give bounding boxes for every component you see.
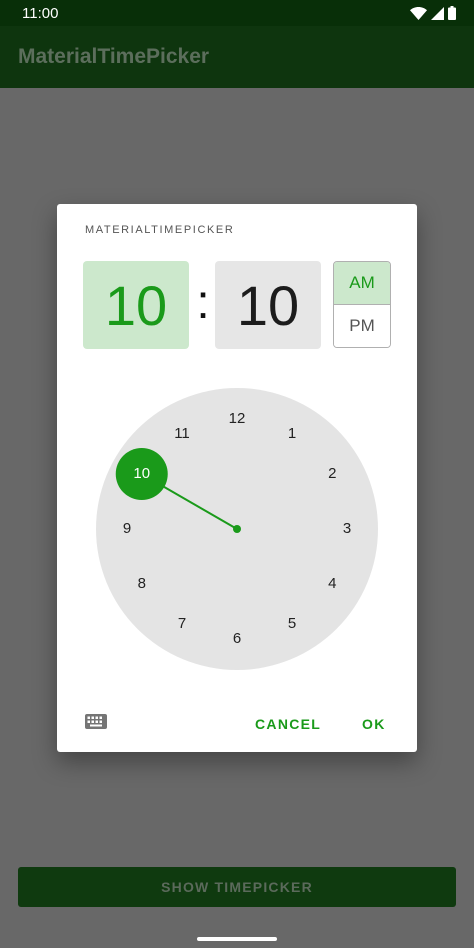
clock-number-5[interactable]: 5 xyxy=(277,614,307,634)
keyboard-icon[interactable] xyxy=(85,714,109,730)
ok-button[interactable]: OK xyxy=(362,712,386,736)
time-picker-dialog: MATERIALTIMEPICKER 10 : 10 AM PM 12 1 2 3 4 5… xyxy=(57,204,417,752)
pm-button[interactable]: PM xyxy=(334,305,390,347)
clock-number-11[interactable]: 11 xyxy=(167,424,197,444)
clock-number-2[interactable]: 2 xyxy=(317,464,347,484)
clock-number-4[interactable]: 4 xyxy=(317,574,347,594)
wifi-icon xyxy=(410,6,427,20)
status-time: 11:00 xyxy=(22,4,59,22)
clock-number-8[interactable]: 8 xyxy=(127,574,157,594)
clock-number-1[interactable]: 1 xyxy=(277,424,307,444)
clock-number-3[interactable]: 3 xyxy=(332,519,362,539)
clock-number-7[interactable]: 7 xyxy=(167,614,197,634)
app-title: MaterialTimePicker xyxy=(18,45,210,68)
app-bar: MaterialTimePicker xyxy=(0,26,474,88)
battery-icon xyxy=(448,6,456,20)
cancel-button[interactable]: CANCEL xyxy=(255,712,321,736)
hour-selector[interactable]: 10 xyxy=(83,261,189,349)
signal-icon xyxy=(431,6,444,20)
navigation-handle[interactable] xyxy=(197,937,277,941)
clock-number-6[interactable]: 6 xyxy=(222,629,252,649)
status-icons xyxy=(410,6,456,20)
clock-face[interactable]: 12 1 2 3 4 5 6 7 8 9 10 11 xyxy=(96,388,378,670)
clock-number-12[interactable]: 12 xyxy=(222,409,252,429)
clock-number-10[interactable]: 10 xyxy=(127,464,157,484)
am-button[interactable]: AM xyxy=(334,262,390,305)
am-pm-toggle: AM PM xyxy=(333,261,391,348)
clock-center-dot xyxy=(233,525,241,533)
clock-number-9[interactable]: 9 xyxy=(112,519,142,539)
dialog-title: MATERIALTIMEPICKER xyxy=(85,224,235,236)
time-separator: : xyxy=(196,275,210,329)
show-timepicker-button[interactable]: SHOW TIMEPICKER xyxy=(18,867,456,907)
status-bar: 11:00 xyxy=(0,0,474,26)
minute-selector[interactable]: 10 xyxy=(215,261,321,349)
